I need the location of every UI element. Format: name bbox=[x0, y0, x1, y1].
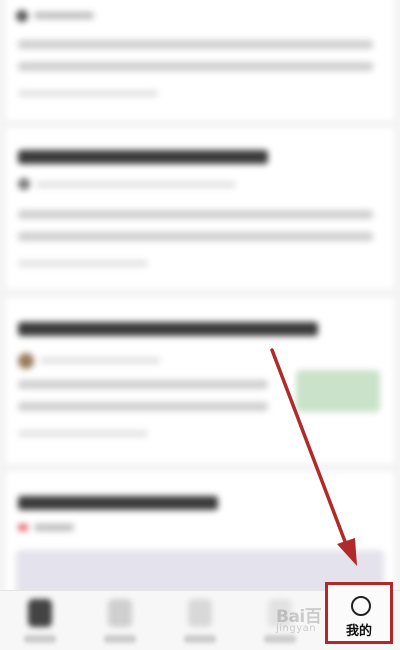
content-feed[interactable] bbox=[0, 0, 400, 612]
tab-icon bbox=[188, 599, 212, 627]
tab-icon bbox=[268, 599, 292, 627]
card-title bbox=[18, 150, 268, 164]
card-snippet-line bbox=[18, 40, 373, 49]
app-screen: Bai百 jingyan 我的 bbox=[0, 0, 400, 650]
card-meta bbox=[18, 260, 148, 267]
card-meta bbox=[18, 430, 148, 437]
tab-mine-highlighted[interactable]: 我的 bbox=[325, 582, 393, 644]
tab-label bbox=[24, 635, 56, 643]
card-snippet-line bbox=[18, 380, 268, 389]
card-meta bbox=[18, 90, 158, 97]
card-meta bbox=[34, 524, 74, 531]
author-avatar bbox=[18, 178, 30, 190]
tab-label bbox=[264, 635, 296, 643]
card-snippet-line bbox=[18, 402, 268, 411]
feed-card[interactable] bbox=[6, 128, 394, 288]
card-title bbox=[18, 496, 218, 510]
person-icon bbox=[351, 596, 371, 616]
card-thumbnail bbox=[296, 370, 380, 412]
tab-fourth[interactable] bbox=[240, 591, 320, 650]
feed-card[interactable] bbox=[6, 0, 394, 120]
tab-mine-label: 我的 bbox=[345, 624, 372, 639]
tab-label bbox=[184, 635, 216, 643]
author-avatar bbox=[18, 353, 34, 369]
author-name bbox=[36, 181, 236, 188]
card-snippet-line bbox=[18, 210, 373, 219]
tab-label bbox=[104, 635, 136, 643]
author-avatar bbox=[16, 10, 28, 22]
tab-second[interactable] bbox=[80, 591, 160, 650]
card-tag bbox=[18, 524, 28, 531]
card-snippet-line bbox=[18, 62, 373, 71]
tab-icon bbox=[108, 599, 132, 627]
home-icon bbox=[28, 599, 52, 627]
tab-home[interactable] bbox=[0, 591, 80, 650]
feed-card[interactable] bbox=[6, 298, 394, 463]
author-name bbox=[40, 357, 160, 364]
tab-third[interactable] bbox=[160, 591, 240, 650]
card-snippet-line bbox=[18, 232, 373, 241]
card-title bbox=[18, 322, 318, 336]
author-name bbox=[34, 12, 94, 19]
